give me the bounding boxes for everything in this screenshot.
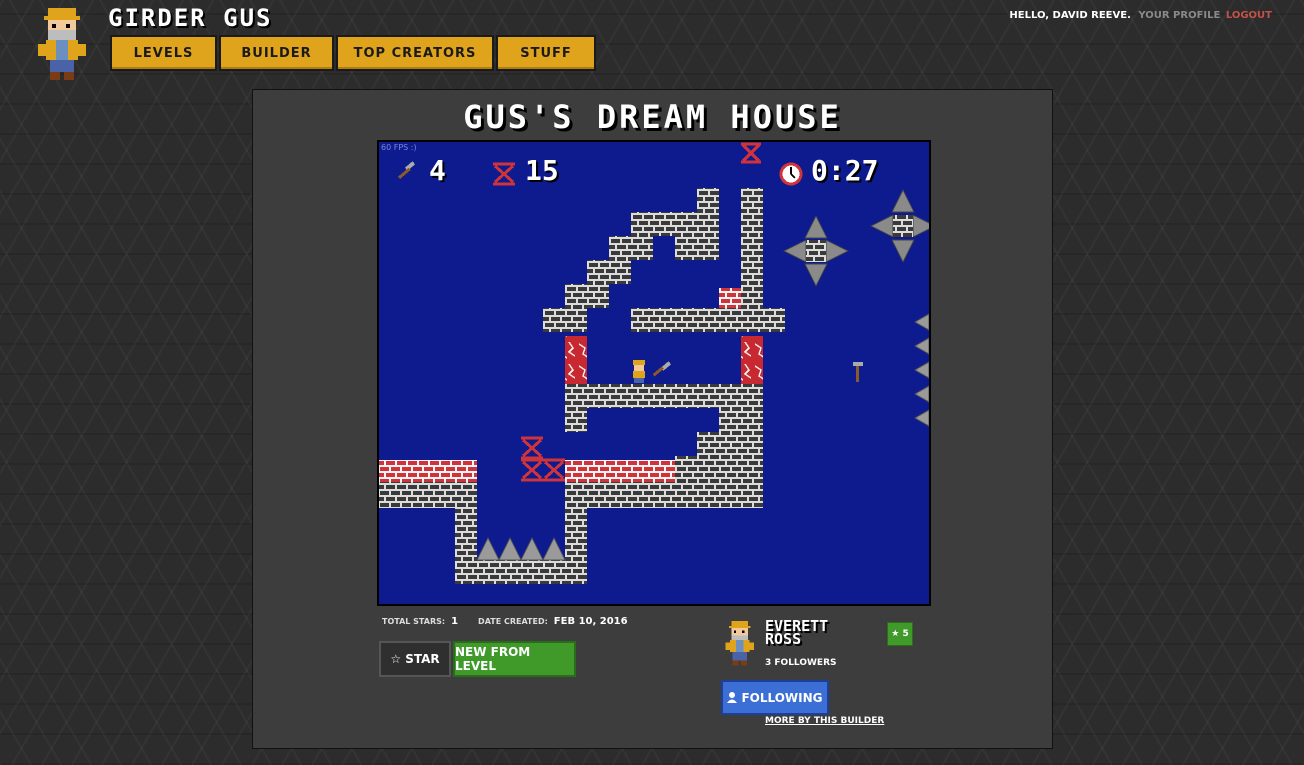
more-by-builder-link[interactable]: MORE BY THIS BUILDER xyxy=(765,716,884,726)
spike-ball-enemy xyxy=(869,188,929,264)
game-canvas[interactable]: 60 FPS :) 4 15 0:27 xyxy=(377,140,931,606)
girder-count: 15 xyxy=(525,154,559,187)
timer: 0:27 xyxy=(811,154,879,187)
hammer-pickup xyxy=(853,362,863,382)
site-title[interactable]: GIRDER GUS xyxy=(108,4,273,32)
date-created: DATE CREATED: FEB 10, 2016 xyxy=(478,616,628,627)
total-stars: TOTAL STARS: 1 xyxy=(382,616,459,627)
star-button[interactable]: ☆ STAR xyxy=(379,641,451,677)
hammer-pickup xyxy=(652,361,672,377)
nav-stuff[interactable]: STUFF xyxy=(496,35,596,71)
level-title: GUS'S DREAM HOUSE xyxy=(463,98,842,136)
gus-logo-character[interactable] xyxy=(34,8,94,82)
user-area: HELLO, DAVID REEVE. YOUR PROFILE LOGOUT xyxy=(1009,10,1272,21)
hammer-icon xyxy=(397,161,416,180)
spike-ball-enemy xyxy=(782,214,850,288)
follower-count: 3 FOLLOWERS xyxy=(765,658,837,668)
new-from-level-button[interactable]: NEW FROM LEVEL xyxy=(453,641,576,677)
following-label: FOLLOWING xyxy=(741,690,823,705)
main-nav: LEVELS BUILDER TOP CREATORS STUFF xyxy=(110,35,596,71)
logout-link[interactable]: LOGOUT xyxy=(1226,10,1272,21)
level-panel: GUS'S DREAM HOUSE 60 FPS:) 4 15 0:27 TO… xyxy=(252,89,1053,749)
creator-name[interactable]: EVERETT ROSS xyxy=(765,619,865,647)
gus-player xyxy=(633,360,645,383)
hammer-count: 4 xyxy=(429,154,446,187)
fps-counter: 60 FPS :) xyxy=(381,143,417,152)
nav-top-creators[interactable]: TOP CREATORS xyxy=(336,35,494,71)
user-greeting: HELLO, DAVID REEVE. xyxy=(1009,10,1131,21)
creator-avatar[interactable] xyxy=(723,620,759,670)
your-profile-link[interactable]: YOUR PROFILE xyxy=(1138,10,1220,21)
girder-icon xyxy=(493,162,515,186)
nav-builder[interactable]: BUILDER xyxy=(219,35,334,71)
level-meta: TOTAL STARS: 1 DATE CREATED: FEB 10, 2016 xyxy=(382,616,628,627)
clock-icon xyxy=(779,162,803,186)
user-icon xyxy=(727,692,738,703)
nav-levels[interactable]: LEVELS xyxy=(110,35,217,71)
following-button[interactable]: FOLLOWING xyxy=(721,680,829,715)
creator-stars-badge: ★ 5 xyxy=(887,622,913,646)
